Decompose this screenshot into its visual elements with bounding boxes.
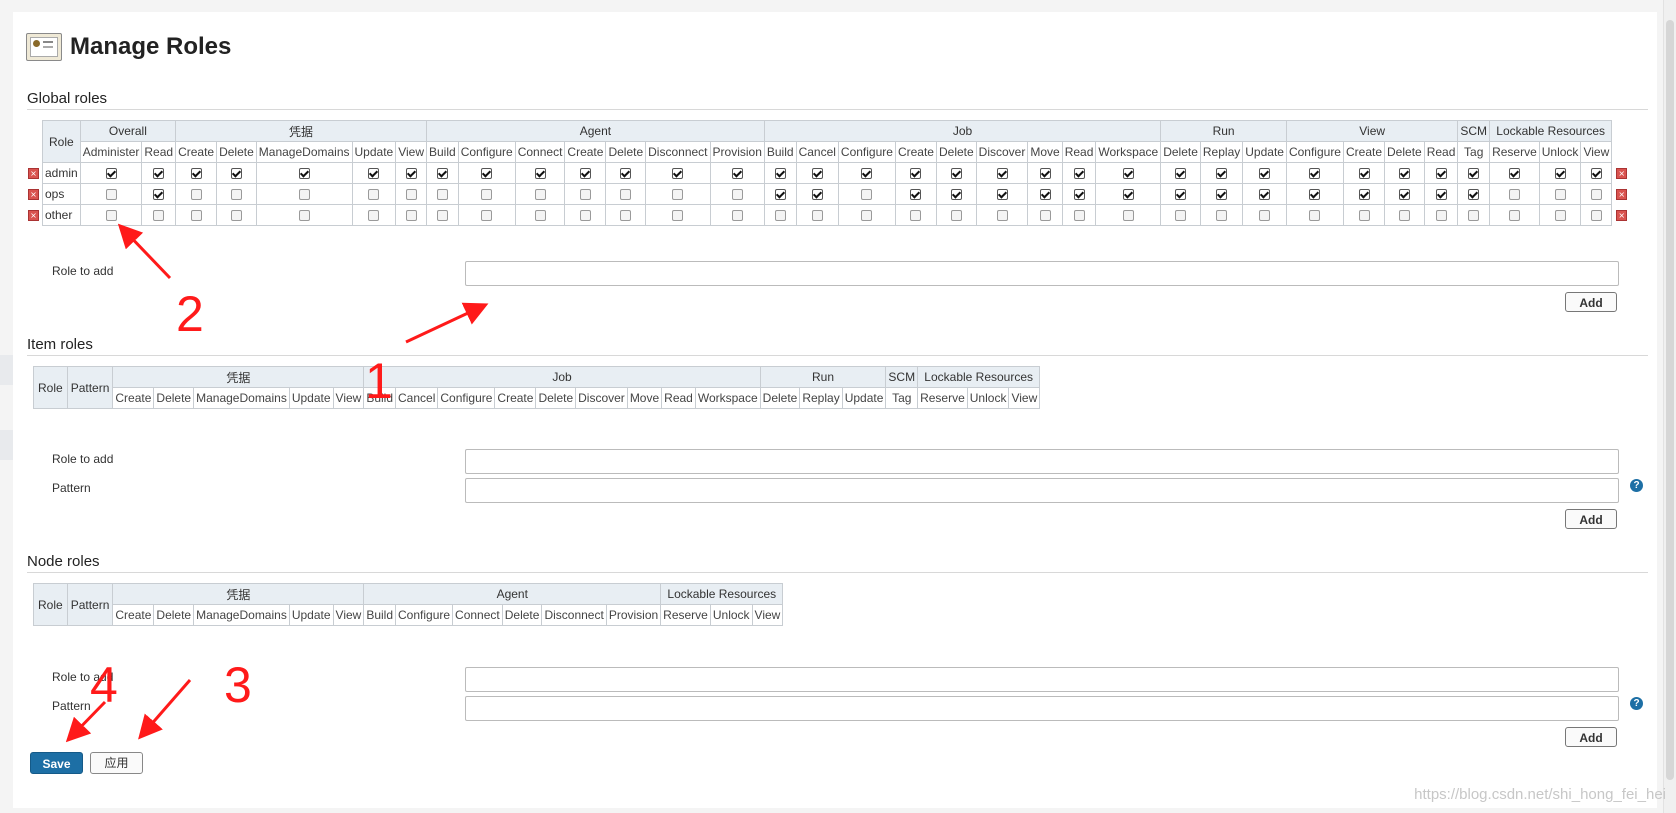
annotation-arrow [138, 679, 192, 740]
annotation-arrow [117, 223, 172, 280]
annotation-arrow [65, 700, 107, 743]
annotation-arrows [65, 223, 489, 743]
watermark: https://blog.csdn.net/shi_hong_fei_hei [1414, 786, 1666, 803]
annotation-arrow [405, 302, 489, 344]
